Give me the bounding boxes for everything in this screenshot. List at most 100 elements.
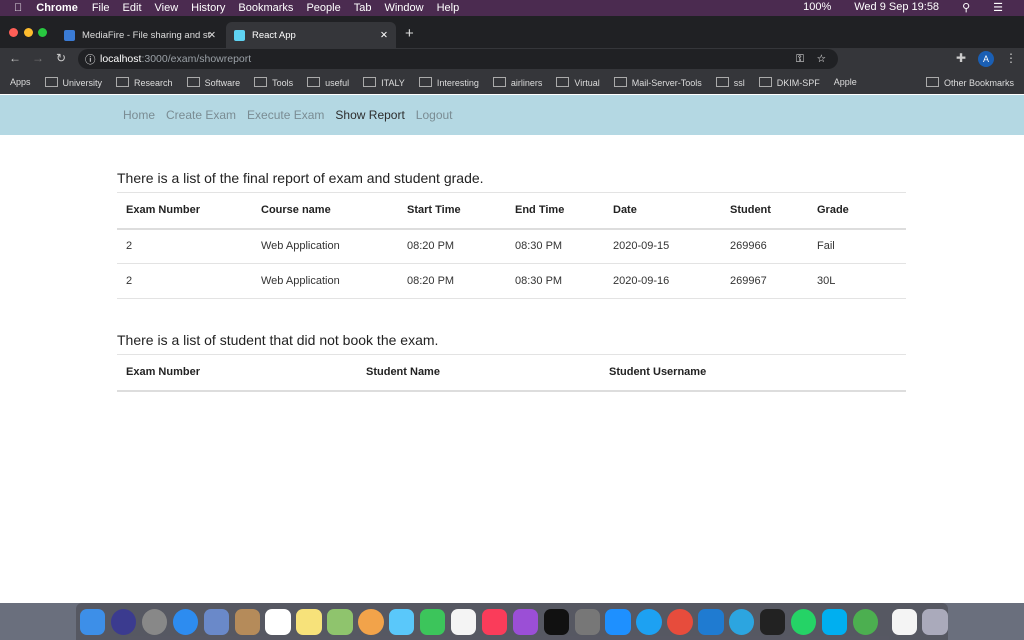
- menu-view[interactable]: View: [155, 2, 179, 14]
- menu-tab[interactable]: Tab: [354, 2, 372, 14]
- notes-icon[interactable]: [296, 608, 322, 635]
- bookmark-folder[interactable]: Virtual: [556, 77, 599, 88]
- table-header-row: Exam Number Student Name Student Usernam…: [117, 354, 906, 392]
- system-preferences-icon[interactable]: [574, 608, 600, 635]
- mediafire-favicon-icon: [64, 29, 75, 41]
- menu-help[interactable]: Help: [437, 2, 460, 14]
- bookmark-apple[interactable]: Apple: [834, 77, 857, 87]
- maps-icon[interactable]: [327, 608, 353, 635]
- bookmark-folder[interactable]: Software: [187, 77, 241, 88]
- vscode-icon[interactable]: [698, 608, 724, 635]
- bookmarks-bar: Apps University Research Software Tools …: [0, 70, 1024, 94]
- extensions-icon[interactable]: ✚: [956, 51, 966, 65]
- menu-kebab-icon[interactable]: ⋮: [1005, 51, 1017, 65]
- tab-react-app[interactable]: React App ✕: [226, 22, 396, 48]
- safari-icon[interactable]: [172, 608, 199, 635]
- app-store-icon[interactable]: [605, 608, 631, 635]
- bookmark-folder[interactable]: ssl: [716, 77, 745, 88]
- telegram-icon[interactable]: [729, 608, 755, 635]
- nav-execute-exam[interactable]: Execute Exam: [247, 108, 324, 122]
- nav-create-exam[interactable]: Create Exam: [166, 108, 236, 122]
- profile-avatar[interactable]: A: [978, 51, 994, 67]
- bookmark-folder[interactable]: DKIM-SPF: [759, 77, 820, 88]
- siri-icon[interactable]: [110, 608, 137, 635]
- bookmark-apps[interactable]: Apps: [10, 77, 31, 87]
- cell-student: 269966: [721, 228, 808, 264]
- bookmark-folder[interactable]: ITALY: [363, 77, 405, 88]
- other-bookmarks[interactable]: Other Bookmarks: [926, 77, 1014, 88]
- twitter-icon[interactable]: [636, 608, 662, 635]
- menu-file[interactable]: File: [92, 2, 110, 14]
- apple-icon[interactable]: : [14, 2, 22, 14]
- launchpad-icon[interactable]: [141, 608, 168, 635]
- cell-start-time: 08:20 PM: [398, 263, 506, 299]
- calendar-icon[interactable]: [265, 608, 291, 635]
- facetime-icon[interactable]: [419, 608, 446, 635]
- app-icon[interactable]: [234, 608, 260, 635]
- col-student: Student: [721, 192, 808, 230]
- forward-icon[interactable]: →: [32, 51, 44, 65]
- menu-edit[interactable]: Edit: [123, 2, 142, 14]
- terminal-icon[interactable]: [759, 608, 786, 635]
- bookmark-folder[interactable]: airliners: [493, 77, 543, 88]
- key-icon[interactable]: ⚿: [796, 53, 804, 66]
- col-student-username: Student Username: [600, 354, 906, 392]
- close-tab-icon[interactable]: ✕: [380, 30, 388, 41]
- nav-show-report[interactable]: Show Report: [335, 108, 404, 122]
- chrome-icon[interactable]: [667, 608, 693, 635]
- address-bar[interactable]: ⓘ localhost:3000/exam/showreport ☆ ⚿: [78, 49, 838, 69]
- bookmark-folder[interactable]: Mail-Server-Tools: [614, 77, 702, 88]
- cell-end-time: 08:30 PM: [506, 263, 604, 299]
- menu-people[interactable]: People: [306, 2, 340, 14]
- back-icon[interactable]: ←: [9, 51, 21, 65]
- bookmark-folder[interactable]: useful: [307, 77, 349, 88]
- network-icon[interactable]: [852, 608, 879, 635]
- vlc-icon[interactable]: [891, 608, 917, 635]
- bookmark-folder[interactable]: Research: [116, 77, 173, 88]
- nav-logout[interactable]: Logout: [416, 108, 453, 122]
- app-menu[interactable]: Chrome: [36, 2, 78, 14]
- table-header-row: Exam Number Course name Start Time End T…: [117, 192, 906, 230]
- tv-icon[interactable]: [543, 608, 569, 635]
- bookmark-folder[interactable]: Interesting: [419, 77, 479, 88]
- col-exam-number: Exam Number: [117, 192, 252, 230]
- menu-window[interactable]: Window: [384, 2, 423, 14]
- skype-icon[interactable]: [821, 608, 848, 635]
- control-center-icon[interactable]: ☰: [993, 1, 1003, 14]
- bookmark-star-icon[interactable]: ☆: [817, 53, 826, 65]
- battery-status[interactable]: 100%: [803, 1, 831, 14]
- tab-mediafire[interactable]: MediaFire - File sharing and st ✕: [56, 22, 224, 48]
- menu-bookmarks[interactable]: Bookmarks: [238, 2, 293, 14]
- zoom-window-button[interactable]: [38, 28, 47, 37]
- whatsapp-icon[interactable]: [790, 608, 817, 635]
- finder-icon[interactable]: [80, 608, 106, 635]
- reload-icon[interactable]: ↻: [56, 51, 66, 65]
- music-icon[interactable]: [481, 608, 508, 635]
- app-navbar: Home Create Exam Execute Exam Show Repor…: [0, 95, 1024, 135]
- cell-start-time: 08:20 PM: [398, 228, 506, 264]
- clock[interactable]: Wed 9 Sep 19:58: [854, 1, 939, 14]
- podcasts-icon[interactable]: [512, 608, 539, 635]
- photos-icon[interactable]: [358, 608, 384, 635]
- cell-exam-number: 2: [117, 263, 252, 299]
- messages-icon[interactable]: [389, 608, 415, 635]
- nav-home[interactable]: Home: [123, 108, 155, 122]
- bookmark-folder[interactable]: University: [45, 77, 103, 88]
- menu-history[interactable]: History: [191, 2, 225, 14]
- minimize-window-button[interactable]: [24, 28, 33, 37]
- react-favicon-icon: [234, 29, 245, 41]
- app-icon[interactable]: [203, 608, 230, 635]
- macos-menubar:  Chrome File Edit View History Bookmark…: [0, 0, 1024, 16]
- trash-icon[interactable]: [922, 608, 948, 635]
- spotlight-icon[interactable]: ⚲: [962, 1, 970, 14]
- close-tab-icon[interactable]: ✕: [208, 30, 216, 41]
- bookmark-folder[interactable]: Tools: [254, 77, 293, 88]
- new-tab-icon[interactable]: +: [405, 25, 414, 42]
- reminders-icon[interactable]: [450, 608, 477, 635]
- browser-toolbar: ← → ↻ ⓘ localhost:3000/exam/showreport ☆…: [0, 48, 1024, 70]
- col-grade: Grade: [808, 192, 906, 230]
- close-window-button[interactable]: [9, 28, 18, 37]
- table-row: 2 Web Application 08:20 PM 08:30 PM 2020…: [117, 228, 906, 264]
- cell-student: 269967: [721, 263, 808, 299]
- macos-dock: [76, 603, 948, 640]
